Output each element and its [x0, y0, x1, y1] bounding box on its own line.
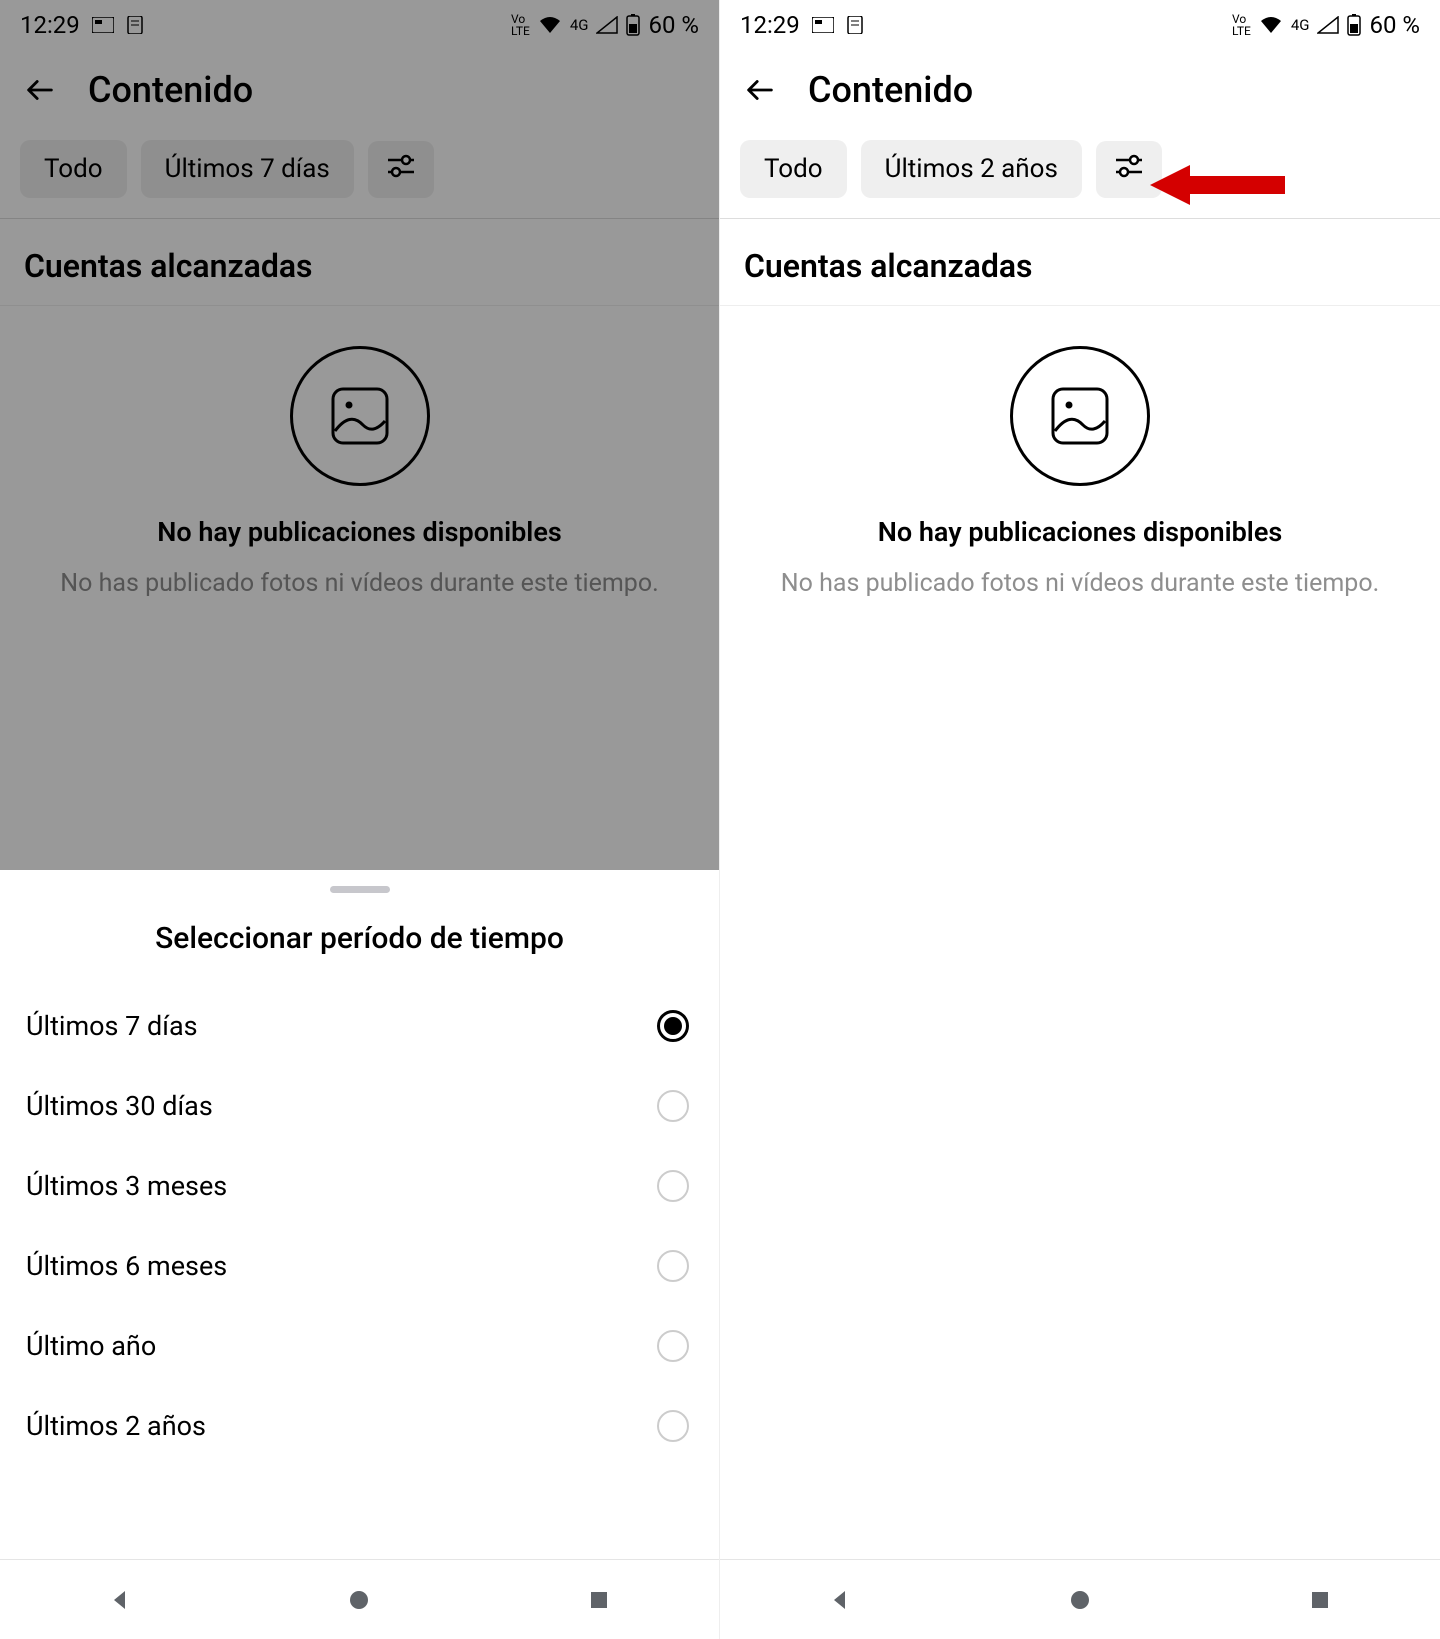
- nav-back-button[interactable]: [825, 1585, 855, 1615]
- time-option-2years[interactable]: Últimos 2 años: [0, 1386, 719, 1466]
- battery-icon: [626, 14, 640, 36]
- annotation-arrow-icon: [1150, 160, 1290, 214]
- filter-row: Todo Últimos 7 días: [0, 130, 719, 218]
- empty-subtitle: No has publicado fotos ni vídeos durante…: [30, 566, 689, 601]
- nav-home-button[interactable]: [344, 1585, 374, 1615]
- page-title: Contenido: [88, 69, 253, 111]
- chip-date-range[interactable]: Últimos 7 días: [141, 140, 354, 198]
- section-title: Cuentas alcanzadas: [0, 218, 719, 305]
- status-bar: 12:29 VoLTE 4G 60 %: [0, 0, 719, 50]
- section-title: Cuentas alcanzadas: [720, 218, 1440, 305]
- volte-icon: VoLTE: [1232, 13, 1251, 37]
- radio-icon: [657, 1170, 689, 1202]
- option-label: Último año: [26, 1330, 156, 1362]
- phone-left-screenshot: 12:29 VoLTE 4G 60 % Cont: [0, 0, 720, 1639]
- status-app-icon-1: [812, 17, 834, 33]
- time-option-3months[interactable]: Últimos 3 meses: [0, 1146, 719, 1226]
- time-option-30days[interactable]: Últimos 30 días: [0, 1066, 719, 1146]
- nav-recents-button[interactable]: [584, 1585, 614, 1615]
- time-option-6months[interactable]: Últimos 6 meses: [0, 1226, 719, 1306]
- time-option-7days[interactable]: Últimos 7 días: [0, 986, 719, 1066]
- time-option-1year[interactable]: Último año: [0, 1306, 719, 1386]
- nav-home-button[interactable]: [1065, 1585, 1095, 1615]
- option-label: Últimos 3 meses: [26, 1170, 227, 1202]
- empty-title: No hay publicaciones disponibles: [30, 516, 689, 548]
- empty-state: No hay publicaciones disponibles No has …: [720, 305, 1440, 661]
- signal-icon: [596, 16, 618, 34]
- android-nav-bar: [0, 1559, 719, 1639]
- option-label: Últimos 7 días: [26, 1010, 198, 1042]
- chip-date-range[interactable]: Últimos 2 años: [861, 140, 1082, 198]
- status-time: 12:29: [740, 11, 800, 39]
- sheet-drag-handle[interactable]: [330, 886, 390, 893]
- radio-selected-icon: [657, 1010, 689, 1042]
- page-title: Contenido: [808, 69, 973, 111]
- nav-back-button[interactable]: [105, 1585, 135, 1615]
- back-button[interactable]: [20, 70, 60, 110]
- filter-settings-button[interactable]: [368, 141, 434, 198]
- status-app-icon-2: [846, 16, 864, 34]
- sliders-icon: [386, 153, 416, 179]
- time-period-sheet: Seleccionar período de tiempo Últimos 7 …: [0, 870, 719, 1639]
- status-time: 12:29: [20, 11, 80, 39]
- page-header: Contenido: [0, 50, 719, 130]
- battery-icon: [1347, 14, 1361, 36]
- radio-icon: [657, 1330, 689, 1362]
- battery-percent: 60 %: [1369, 11, 1420, 39]
- option-label: Últimos 6 meses: [26, 1250, 227, 1282]
- option-label: Últimos 30 días: [26, 1090, 213, 1122]
- empty-title: No hay publicaciones disponibles: [750, 516, 1410, 548]
- radio-icon: [657, 1410, 689, 1442]
- sheet-title: Seleccionar período de tiempo: [0, 903, 719, 986]
- empty-photo-icon: [1010, 346, 1150, 486]
- radio-icon: [657, 1250, 689, 1282]
- phone-right-screenshot: 12:29 VoLTE 4G 60 % Cont: [720, 0, 1440, 1639]
- chip-all[interactable]: Todo: [740, 140, 847, 198]
- network-4g-label: 4G: [570, 16, 589, 34]
- battery-percent: 60 %: [648, 11, 699, 39]
- page-header: Contenido: [720, 50, 1440, 130]
- android-nav-bar: [720, 1559, 1440, 1639]
- nav-recents-button[interactable]: [1305, 1585, 1335, 1615]
- filter-row: Todo Últimos 2 años: [720, 130, 1440, 218]
- back-button[interactable]: [740, 70, 780, 110]
- volte-icon: VoLTE: [511, 13, 530, 37]
- signal-icon: [1317, 16, 1339, 34]
- chip-all[interactable]: Todo: [20, 140, 127, 198]
- status-app-icon-2: [126, 16, 144, 34]
- empty-photo-icon: [290, 346, 430, 486]
- status-bar: 12:29 VoLTE 4G 60 %: [720, 0, 1440, 50]
- option-label: Últimos 2 años: [26, 1410, 206, 1442]
- empty-subtitle: No has publicado fotos ni vídeos durante…: [750, 566, 1410, 601]
- status-app-icon-1: [92, 17, 114, 33]
- wifi-icon: [1259, 16, 1283, 34]
- wifi-icon: [538, 16, 562, 34]
- sliders-icon: [1114, 153, 1144, 179]
- network-4g-label: 4G: [1291, 16, 1310, 34]
- radio-icon: [657, 1090, 689, 1122]
- empty-state: No hay publicaciones disponibles No has …: [0, 305, 719, 661]
